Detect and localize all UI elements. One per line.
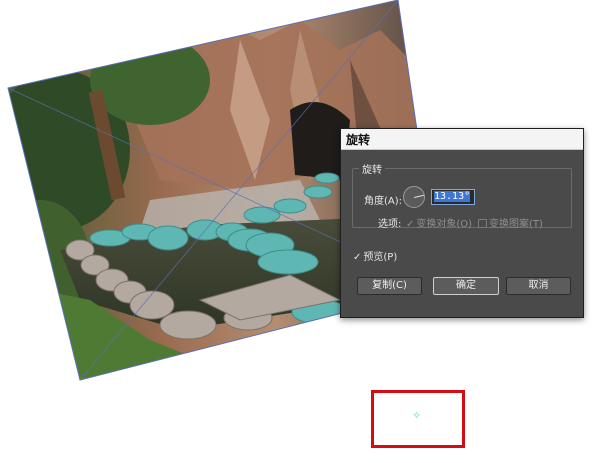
- angle-input-value: 13.13°: [434, 191, 471, 202]
- crosshair-icon[interactable]: ✧: [412, 410, 421, 421]
- preview-checkbox[interactable]: ✓ 预览(P): [353, 248, 397, 263]
- angle-label: 角度(A):: [364, 196, 403, 207]
- rotate-group-label: 旋转: [359, 161, 385, 176]
- highlight-box: ✧: [371, 390, 465, 448]
- angle-input[interactable]: 13.13°: [431, 189, 475, 205]
- checkmark-icon: ✓: [353, 252, 362, 263]
- transform-patterns-checkbox[interactable]: 变换图案(T): [478, 215, 543, 230]
- transform-objects-checkbox[interactable]: ✓ 变换对象(O): [406, 215, 472, 230]
- dial-needle-icon: [414, 194, 424, 198]
- cancel-button[interactable]: 取消: [506, 277, 571, 295]
- checkbox-icon: [478, 219, 487, 228]
- dialog-titlebar[interactable]: 旋转: [341, 129, 583, 150]
- transform-objects-label: 变换对象(O): [416, 219, 473, 230]
- copy-button[interactable]: 复制(C): [357, 277, 422, 295]
- options-label: 选项:: [378, 219, 402, 230]
- preview-label: 预览(P): [363, 252, 398, 263]
- checkmark-icon: ✓: [406, 219, 415, 230]
- transform-patterns-label: 变换图案(T): [489, 219, 543, 230]
- dialog-title: 旋转: [346, 133, 371, 147]
- angle-dial[interactable]: [403, 186, 425, 208]
- ok-button[interactable]: 确定: [433, 277, 499, 295]
